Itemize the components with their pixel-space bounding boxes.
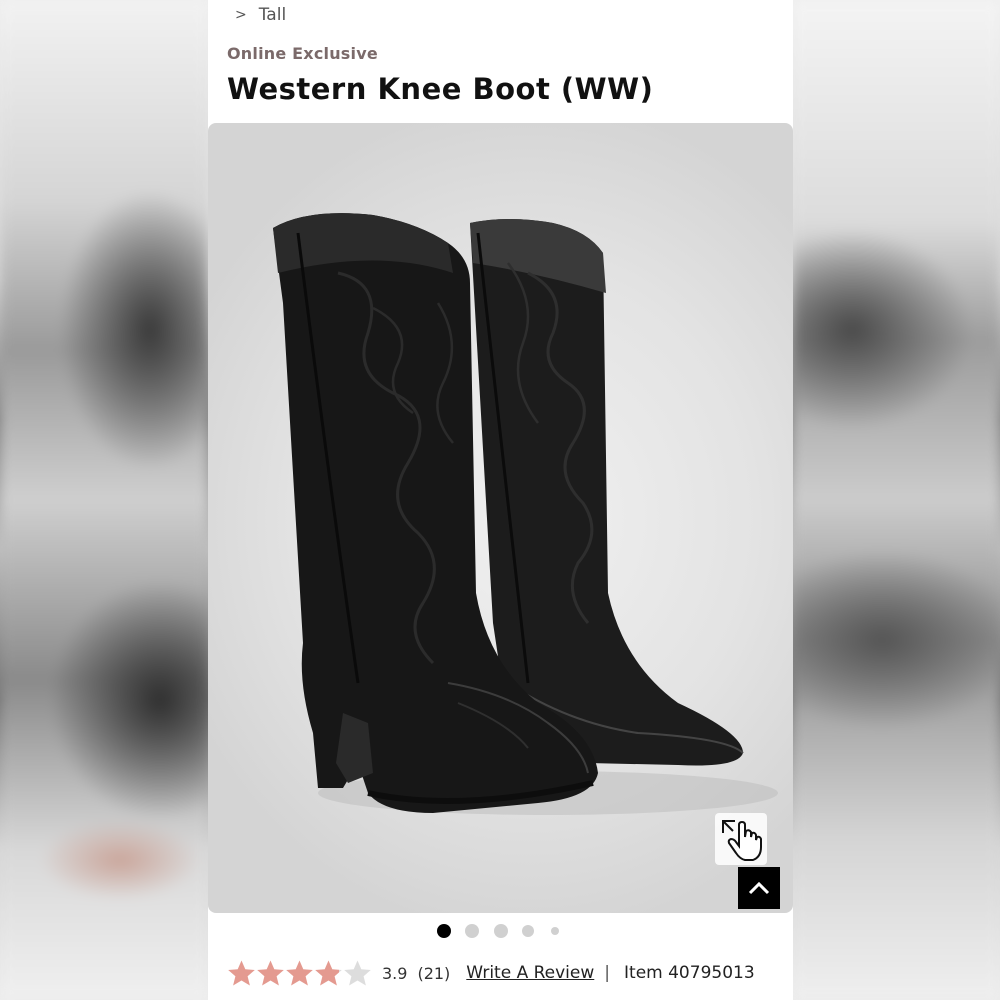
rating-value: 3.9 bbox=[382, 963, 408, 983]
item-number: Item 40795013 bbox=[624, 963, 755, 983]
breadcrumb-separator: > bbox=[235, 7, 247, 23]
star-icon bbox=[257, 960, 284, 985]
star-rating bbox=[227, 959, 372, 988]
zoom-button[interactable] bbox=[715, 813, 767, 865]
background-blur-right bbox=[792, 0, 1000, 1000]
rating-row: 3.9 (21) Write A Review | Item 40795013 bbox=[227, 955, 755, 991]
star-icon bbox=[315, 960, 342, 985]
carousel-dot-1[interactable] bbox=[437, 924, 451, 938]
background-blur-left bbox=[0, 0, 208, 1000]
expand-hand-icon bbox=[722, 820, 762, 861]
product-title: Western Knee Boot (WW) bbox=[227, 72, 654, 106]
carousel-dot-4[interactable] bbox=[522, 925, 534, 937]
breadcrumb: > Tall bbox=[235, 4, 286, 26]
product-panel: > Tall Online Exclusive Western Knee Boo… bbox=[208, 0, 793, 1000]
carousel-dot-5[interactable] bbox=[551, 927, 559, 935]
rating-count[interactable]: (21) bbox=[417, 964, 450, 983]
carousel-dots bbox=[208, 922, 793, 942]
product-image[interactable] bbox=[208, 123, 793, 913]
chevron-up-icon bbox=[748, 881, 770, 895]
scroll-to-top-button[interactable] bbox=[738, 867, 780, 909]
divider: | bbox=[604, 963, 611, 983]
breadcrumb-item-tall[interactable]: Tall bbox=[259, 5, 286, 25]
carousel-dot-2[interactable] bbox=[465, 924, 479, 938]
online-exclusive-badge: Online Exclusive bbox=[227, 44, 378, 63]
star-icon bbox=[344, 960, 371, 985]
write-review-link[interactable]: Write A Review bbox=[466, 963, 594, 983]
star-icon bbox=[228, 960, 255, 985]
star-icon bbox=[286, 960, 313, 985]
boots-illustration bbox=[273, 213, 778, 815]
carousel-dot-3[interactable] bbox=[494, 924, 508, 938]
